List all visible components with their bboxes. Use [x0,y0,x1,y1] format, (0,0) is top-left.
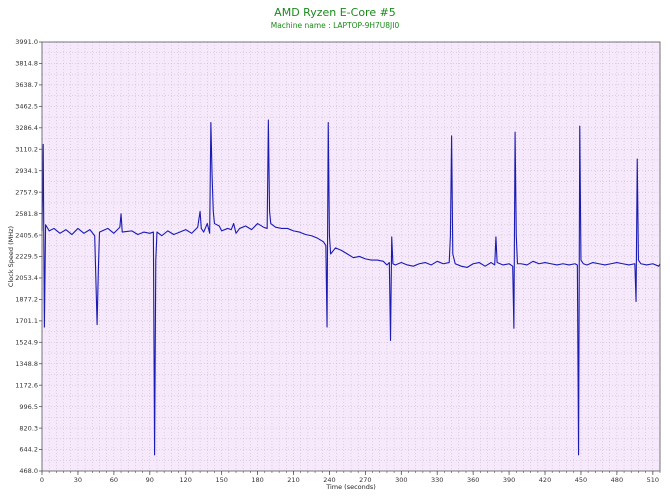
y-tick-label: 1172.6 [15,381,38,389]
y-tick-label: 1701.1 [15,317,38,325]
y-tick-label: 2229.5 [15,253,38,261]
y-tick-label: 3286.4 [15,124,38,132]
x-tick-label: 510 [647,476,659,484]
x-tick-label: 480 [611,476,623,484]
y-tick-label: 644.2 [19,446,38,454]
y-tick-label: 1348.8 [15,360,38,368]
y-tick-label: 3814.8 [15,60,38,68]
x-axis-label: Time (seconds) [325,483,376,491]
y-tick-label: 820.3 [19,424,38,432]
x-tick-label: 150 [215,476,227,484]
x-tick-label: 30 [74,476,82,484]
x-tick-label: 60 [110,476,118,484]
y-axis-label: Clock Speed (MHz) [7,226,15,287]
y-tick-label: 2053.4 [15,274,38,282]
y-tick-label: 2581.8 [15,210,38,218]
y-tick-label: 1877.2 [15,296,38,304]
x-tick-label: 330 [431,476,443,484]
x-tick-label: 120 [180,476,192,484]
y-tick-label: 3110.2 [15,145,38,153]
y-tick-label: 3991.0 [15,38,38,46]
y-tick-label: 3638.7 [15,81,38,89]
y-tick-label: 468.0 [19,467,38,475]
y-tick-label: 2757.9 [15,188,38,196]
x-tick-label: 420 [539,476,551,484]
y-tick-label: 2934.1 [15,167,38,175]
x-tick-label: 390 [503,476,515,484]
x-tick-label: 0 [40,476,44,484]
x-tick-label: 180 [251,476,263,484]
y-tick-label: 3462.5 [15,103,38,111]
clock-speed-chart: 0 30 60 90 120 150 180 210 240 270 300 330 360 390 420… [7,38,661,491]
x-tick-label: 90 [146,476,154,484]
y-tick-label: 2405.6 [15,231,38,239]
y-tick-label: 1524.9 [15,339,38,347]
x-tick-label: 450 [575,476,587,484]
x-tick-label: 210 [287,476,299,484]
y-tick-label: 996.5 [19,403,38,411]
x-tick-label: 360 [467,476,479,484]
x-tick-label: 300 [395,476,407,484]
